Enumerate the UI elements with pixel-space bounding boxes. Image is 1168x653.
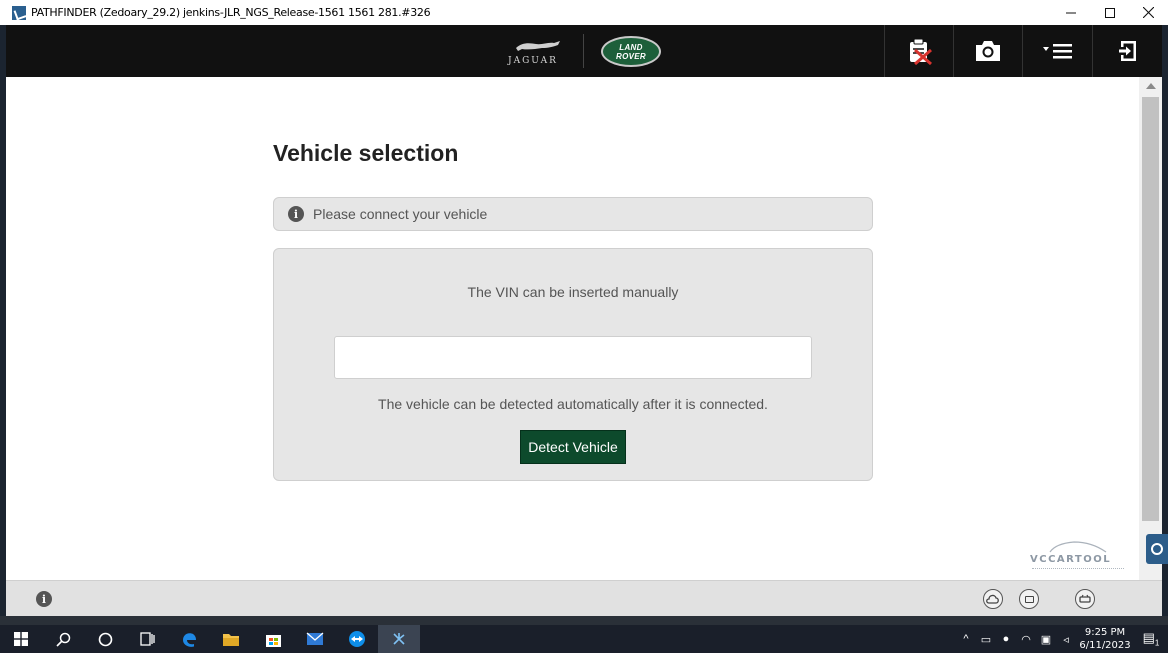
watermark-car-icon: [1049, 541, 1107, 553]
watermark-text: VCCARTOOL: [1030, 554, 1112, 565]
main-content: Vehicle selection i Please connect your …: [6, 77, 1139, 580]
search-icon: [55, 632, 70, 647]
edge-icon: [182, 632, 196, 647]
info-message: Please connect your vehicle: [313, 206, 488, 222]
side-tab[interactable]: [1146, 534, 1168, 564]
windows-logo-icon: [14, 632, 28, 646]
minimize-button[interactable]: [1051, 0, 1090, 25]
app-header: JAGUAR LAND ROVER: [6, 25, 1162, 77]
tray-overflow-chevron-icon[interactable]: ^: [956, 633, 976, 645]
connection-info-banner: i Please connect your vehicle: [273, 197, 873, 231]
volume-icon[interactable]: ◃: [1056, 633, 1076, 646]
scrollbar-thumb[interactable]: [1142, 97, 1159, 521]
info-icon: i: [288, 206, 304, 222]
main-menu-button[interactable]: [1022, 25, 1092, 77]
vin-hint: The VIN can be inserted manually: [467, 284, 679, 300]
task-view-icon: [139, 632, 155, 646]
cortana-icon: [98, 632, 112, 646]
desktop-strip: [0, 616, 1168, 625]
vertical-scrollbar[interactable]: [1139, 77, 1162, 580]
watermark-underline: [1032, 568, 1124, 570]
search-button[interactable]: [42, 625, 84, 653]
session-log-button[interactable]: [884, 25, 953, 77]
system-tray: ^ ▭ ● ◠ ▣ ◃ 9:25 PM 6/11/2023 ▤1: [956, 625, 1168, 653]
notification-count: 1: [1154, 638, 1160, 648]
window-controls: [1051, 0, 1168, 25]
logo-divider: [583, 34, 584, 68]
car-status-icon[interactable]: [1075, 589, 1095, 609]
microphone-icon[interactable]: ●: [996, 633, 1016, 645]
store-button[interactable]: [252, 625, 294, 653]
close-icon: [1143, 7, 1154, 18]
window-titlebar: PATHFINDER (Zedoary_29.2) jenkins-JLR_NG…: [0, 0, 1168, 25]
close-button[interactable]: [1129, 0, 1168, 25]
footer-info-icon[interactable]: i: [36, 591, 52, 607]
detect-vehicle-button[interactable]: Detect Vehicle: [520, 430, 626, 464]
maximize-icon: [1104, 7, 1115, 18]
detect-hint: The vehicle can be detected automaticall…: [378, 396, 768, 412]
jaguar-logo: JAGUAR: [506, 37, 570, 67]
screenshot-button[interactable]: [953, 25, 1022, 77]
exit-icon: [1118, 41, 1136, 61]
menu-icon: [1042, 44, 1072, 59]
edge-button[interactable]: [168, 625, 210, 653]
status-footer: i: [6, 580, 1162, 616]
task-view-button[interactable]: [126, 625, 168, 653]
vccartool-watermark: VCCARTOOL: [1030, 540, 1124, 574]
teamviewer-icon: [349, 631, 365, 647]
mail-icon: [306, 632, 324, 645]
network-icon[interactable]: ◠: [1016, 633, 1036, 646]
land-rover-word-2: ROVER: [616, 51, 646, 61]
display-icon[interactable]: ▣: [1036, 633, 1056, 646]
vci-status-icon[interactable]: [1019, 589, 1039, 609]
page-title: Vehicle selection: [273, 140, 459, 166]
clipboard-disabled-icon: [910, 38, 932, 65]
mail-button[interactable]: [294, 625, 336, 653]
exit-button[interactable]: [1092, 25, 1162, 77]
maximize-button[interactable]: [1090, 0, 1129, 25]
cortana-button[interactable]: [84, 625, 126, 653]
scroll-up-arrow-icon[interactable]: [1146, 83, 1156, 89]
land-rover-logo: LAND ROVER: [601, 36, 661, 67]
pathfinder-icon: [393, 633, 405, 645]
folder-icon: [223, 633, 239, 646]
store-icon: [265, 634, 281, 647]
battery-icon[interactable]: ▭: [976, 633, 996, 646]
camera-icon: [976, 41, 1000, 61]
jaguar-leaper-icon: [516, 41, 560, 51]
jaguar-wordmark: JAGUAR: [508, 56, 558, 66]
land-rover-word-1: LAND: [619, 42, 643, 52]
teamviewer-button[interactable]: [336, 625, 378, 653]
clock-date: 6/11/2023: [1079, 640, 1131, 651]
clock-time: 9:25 PM: [1084, 627, 1126, 638]
vin-panel: The VIN can be inserted manually The veh…: [273, 248, 873, 481]
vin-input[interactable]: [334, 336, 812, 379]
minimize-icon: [1065, 12, 1076, 13]
notification-center-icon[interactable]: ▤1: [1134, 630, 1168, 648]
pathfinder-taskbar-button[interactable]: [378, 625, 420, 653]
start-button[interactable]: [0, 625, 42, 653]
window-title: PATHFINDER (Zedoary_29.2) jenkins-JLR_NG…: [31, 6, 431, 19]
cloud-status-icon[interactable]: [983, 589, 1003, 609]
file-explorer-button[interactable]: [210, 625, 252, 653]
side-tab-ring-icon: [1151, 543, 1163, 555]
pathfinder-app-icon: [12, 5, 26, 20]
taskbar-clock[interactable]: 9:25 PM 6/11/2023: [1076, 626, 1134, 652]
